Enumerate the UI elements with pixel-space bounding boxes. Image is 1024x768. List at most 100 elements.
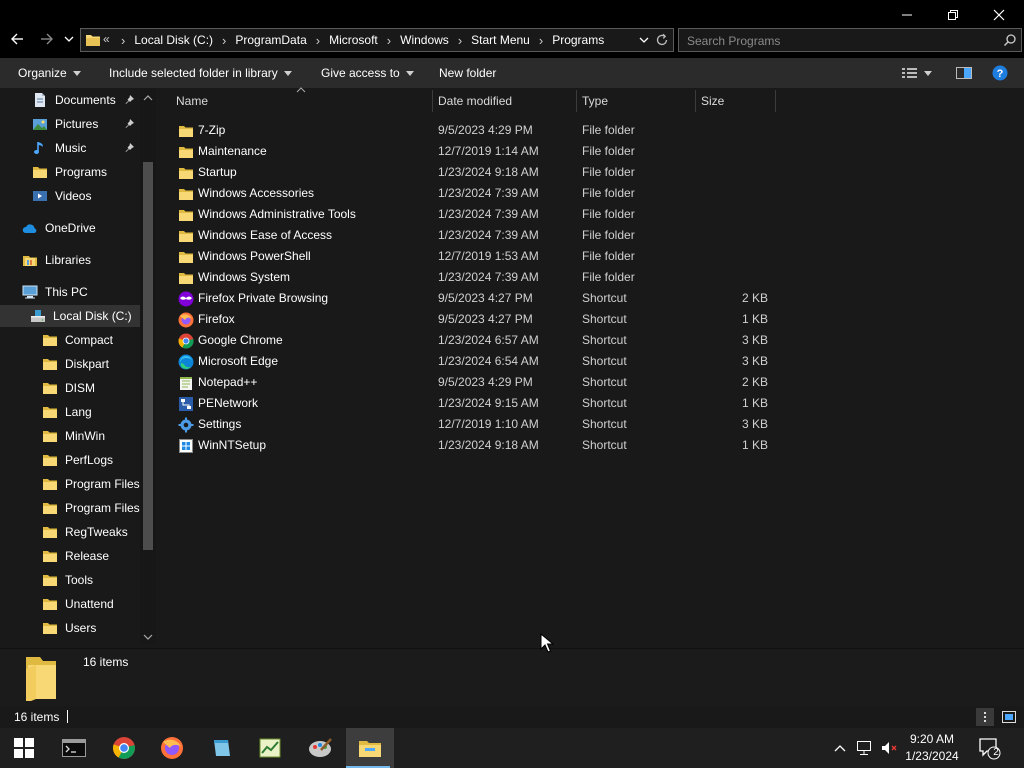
network-icon bbox=[857, 741, 871, 755]
search-box[interactable] bbox=[678, 28, 1022, 52]
forward-button[interactable] bbox=[36, 27, 58, 51]
breadcrumb-separator[interactable]: › bbox=[121, 33, 125, 48]
breadcrumb-item[interactable]: Local Disk (C:) bbox=[134, 33, 213, 47]
breadcrumb-item[interactable]: Windows bbox=[400, 33, 449, 47]
nav-item[interactable]: Unattend bbox=[0, 593, 140, 615]
taskbar-paint[interactable] bbox=[296, 728, 344, 768]
nav-item[interactable]: PerfLogs bbox=[0, 449, 140, 471]
file-row[interactable]: Google Chrome 1/23/2024 6:57 AM Shortcut 3 … bbox=[170, 330, 790, 351]
breadcrumb-separator[interactable]: › bbox=[539, 33, 543, 48]
nav-item[interactable]: Users bbox=[0, 617, 140, 639]
file-size: 3 KB bbox=[741, 333, 768, 347]
nav-scrollbar-thumb[interactable] bbox=[143, 162, 153, 550]
clock[interactable]: 9:20 AM 1/23/2024 bbox=[904, 728, 960, 768]
nav-item[interactable]: Compact bbox=[0, 329, 140, 351]
include-in-library-button[interactable]: Include selected folder in library bbox=[109, 58, 292, 88]
chevron-down-icon[interactable] bbox=[639, 35, 649, 45]
scroll-up-icon[interactable] bbox=[143, 94, 153, 102]
nav-item[interactable]: This PC bbox=[0, 281, 140, 303]
nav-item[interactable]: Pictures bbox=[0, 113, 140, 135]
nav-item[interactable]: Release bbox=[0, 545, 140, 567]
nav-item[interactable]: OneDrive bbox=[0, 217, 140, 239]
search-icon[interactable] bbox=[1003, 33, 1017, 47]
minimize-button[interactable] bbox=[884, 0, 930, 30]
nav-item[interactable]: Videos bbox=[0, 185, 140, 207]
file-row[interactable]: WinNTSetup 1/23/2024 9:18 AM Shortcut 1 KB bbox=[170, 435, 790, 456]
search-input[interactable] bbox=[685, 31, 989, 51]
include-label: Include selected folder in library bbox=[109, 66, 278, 80]
organize-button[interactable]: Organize bbox=[18, 58, 81, 88]
give-access-button[interactable]: Give access to bbox=[321, 58, 414, 88]
taskbar-chrome[interactable] bbox=[100, 728, 148, 768]
nav-item[interactable]: MinWin bbox=[0, 425, 140, 447]
address-bar[interactable]: « › Local Disk (C:) › ProgramData › Microsoft… bbox=[80, 28, 674, 52]
breadcrumb-item[interactable]: ProgramData bbox=[235, 33, 306, 47]
nav-item[interactable]: Programs bbox=[0, 161, 140, 183]
taskbar-firefox[interactable] bbox=[148, 728, 196, 768]
column-name[interactable]: Name bbox=[176, 88, 208, 114]
column-date-modified[interactable]: Date modified bbox=[438, 88, 512, 114]
nav-item[interactable]: Documents bbox=[0, 89, 140, 111]
back-button[interactable] bbox=[6, 27, 28, 51]
file-row[interactable]: Windows System 1/23/2024 7:39 AM File fold… bbox=[170, 267, 790, 288]
taskbar-file-explorer[interactable] bbox=[346, 728, 394, 768]
file-row[interactable]: Firefox 9/5/2023 4:27 PM Shortcut 1 KB bbox=[170, 309, 790, 330]
column-type[interactable]: Type bbox=[582, 88, 608, 114]
breadcrumb-separator[interactable]: › bbox=[222, 33, 226, 48]
pin-icon[interactable] bbox=[125, 143, 135, 153]
file-row[interactable]: Windows Accessories 1/23/2024 7:39 AM File… bbox=[170, 183, 790, 204]
nav-item[interactable]: Lang bbox=[0, 401, 140, 423]
nav-item[interactable]: Program Files bbox=[0, 473, 140, 495]
file-row[interactable]: Windows Ease of Access 1/23/2024 7:39 AM F… bbox=[170, 225, 790, 246]
file-row[interactable]: Maintenance 12/7/2019 1:14 AM File folder bbox=[170, 141, 790, 162]
file-row[interactable]: Windows PowerShell 12/7/2019 1:53 AM File … bbox=[170, 246, 790, 267]
nav-item[interactable]: DISM bbox=[0, 377, 140, 399]
details-view-toggle[interactable] bbox=[976, 708, 994, 726]
network-status-button[interactable] bbox=[854, 728, 876, 768]
taskbar-cmd[interactable] bbox=[50, 728, 98, 768]
file-row[interactable]: PENetwork 1/23/2024 9:15 AM Shortcut 1 KB bbox=[170, 393, 790, 414]
refresh-icon[interactable] bbox=[655, 33, 669, 47]
preview-pane-button[interactable] bbox=[956, 58, 972, 88]
maximize-button[interactable] bbox=[930, 0, 976, 30]
file-date-modified: 1/23/2024 9:18 AM bbox=[438, 438, 539, 452]
breadcrumb-separator[interactable]: › bbox=[458, 33, 462, 48]
breadcrumb-item[interactable]: Start Menu bbox=[471, 33, 530, 47]
taskbar-task-manager[interactable] bbox=[246, 728, 294, 768]
recent-locations-button[interactable] bbox=[62, 27, 76, 51]
change-view-button[interactable] bbox=[902, 58, 932, 88]
file-row[interactable]: Microsoft Edge 1/23/2024 6:54 AM Shortcut 3… bbox=[170, 351, 790, 372]
nav-item[interactable]: Program Files ( bbox=[0, 497, 140, 519]
volume-button[interactable] bbox=[878, 728, 900, 768]
breadcrumb-separator[interactable]: › bbox=[387, 33, 391, 48]
nav-item[interactable]: Local Disk (C:) bbox=[0, 305, 140, 327]
pin-icon[interactable] bbox=[125, 95, 135, 105]
nav-item[interactable]: RegTweaks bbox=[0, 521, 140, 543]
close-icon bbox=[993, 9, 1005, 21]
file-row[interactable]: 7-Zip 9/5/2023 4:29 PM File folder bbox=[170, 120, 790, 141]
start-button[interactable] bbox=[0, 728, 48, 768]
nav-item[interactable]: Libraries bbox=[0, 249, 140, 271]
large-icons-view-toggle[interactable] bbox=[1000, 708, 1018, 726]
file-row[interactable]: Windows Administrative Tools 1/23/2024 7:… bbox=[170, 204, 790, 225]
file-row[interactable]: Firefox Private Browsing 9/5/2023 4:27 PM… bbox=[170, 288, 790, 309]
file-row[interactable]: Startup 1/23/2024 9:18 AM File folder bbox=[170, 162, 790, 183]
pin-icon[interactable] bbox=[125, 119, 135, 129]
overflow-chevron[interactable]: « bbox=[103, 32, 110, 46]
file-row[interactable]: Notepad++ 9/5/2023 4:29 PM Shortcut 2 KB bbox=[170, 372, 790, 393]
taskbar-pad-app[interactable] bbox=[198, 728, 246, 768]
close-button[interactable] bbox=[976, 0, 1022, 30]
nav-item[interactable]: Diskpart bbox=[0, 353, 140, 375]
new-folder-button[interactable]: New folder bbox=[439, 58, 496, 88]
breadcrumb-separator[interactable]: › bbox=[316, 33, 320, 48]
column-size[interactable]: Size bbox=[701, 88, 724, 114]
breadcrumb-item[interactable]: Microsoft bbox=[329, 33, 378, 47]
action-center-button[interactable]: 2 bbox=[972, 728, 1006, 768]
nav-item[interactable]: Tools bbox=[0, 569, 140, 591]
breadcrumb-item[interactable]: Programs bbox=[552, 33, 604, 47]
show-hidden-icons-button[interactable] bbox=[830, 728, 850, 768]
nav-item[interactable]: Music bbox=[0, 137, 140, 159]
scroll-down-icon[interactable] bbox=[143, 633, 153, 641]
file-row[interactable]: Settings 12/7/2019 1:10 AM Shortcut 3 KB bbox=[170, 414, 790, 435]
help-button[interactable]: ? bbox=[992, 58, 1008, 88]
